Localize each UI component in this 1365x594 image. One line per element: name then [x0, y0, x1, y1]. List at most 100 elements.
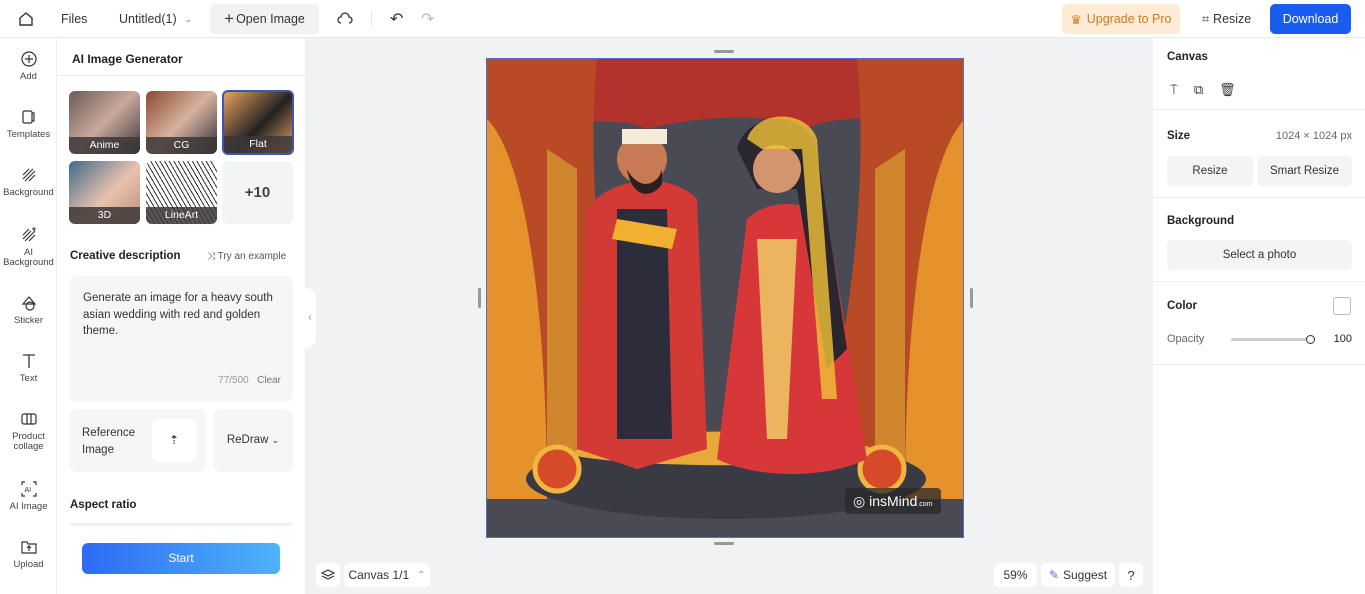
home-icon: [19, 12, 33, 26]
plus-icon: +: [224, 9, 235, 28]
cloud-icon: [337, 12, 353, 24]
canvas-pages-button[interactable]: Canvas 1/1 ⌃: [344, 563, 430, 587]
style-3d[interactable]: 3D: [69, 161, 140, 224]
style-lineart[interactable]: LineArt: [146, 161, 217, 224]
chevron-up-icon: ⌃: [417, 569, 426, 581]
divider: [1153, 109, 1365, 110]
rail-item-label: Background: [3, 187, 54, 198]
resize-handle-top[interactable]: [714, 50, 734, 53]
color-swatch[interactable]: [1333, 297, 1351, 315]
download-button[interactable]: Download: [1270, 4, 1351, 34]
aspect-ratio-options[interactable]: [70, 523, 292, 526]
divider: [371, 11, 372, 27]
document-title-dropdown[interactable]: Untitled(1) ⌄: [119, 4, 192, 34]
help-button[interactable]: ?: [1119, 563, 1143, 587]
suggest-button[interactable]: ✎ Suggest: [1041, 563, 1115, 587]
size-label: Size: [1167, 130, 1191, 142]
style-label: Anime: [69, 137, 140, 154]
collapse-panel-button[interactable]: ‹: [304, 288, 316, 348]
panel-title: AI Image Generator: [72, 52, 183, 66]
document-title: Untitled(1): [119, 12, 177, 26]
duplicate-icon[interactable]: ⧉: [1194, 82, 1203, 98]
layers-icon: [321, 569, 335, 580]
start-button[interactable]: Start: [82, 543, 280, 574]
suggest-label: Suggest: [1063, 568, 1108, 582]
layers-button[interactable]: [316, 563, 340, 587]
zoom-level-button[interactable]: 59%: [994, 563, 1037, 587]
paint-roller-icon[interactable]: ⍑: [1170, 82, 1178, 98]
plus-circle-icon: [20, 51, 37, 67]
trash-icon[interactable]: 🗑︎: [1219, 82, 1236, 98]
reference-image-card[interactable]: Reference Image ⇡: [69, 409, 206, 472]
open-image-button[interactable]: + Open Image: [210, 4, 319, 34]
redo-button[interactable]: ↷: [421, 4, 434, 34]
char-count: 77/500: [218, 375, 249, 386]
style-label: Flat: [224, 136, 292, 153]
rail-item-ai-hatch[interactable]: AI Background: [0, 226, 57, 268]
rail-item-templates[interactable]: Templates: [0, 108, 57, 140]
prompt-text: Generate an image for a heavy south asia…: [83, 292, 273, 337]
cloud-sync-button[interactable]: [337, 4, 353, 34]
resize-button[interactable]: Resize: [1167, 156, 1253, 186]
divider: [1153, 364, 1365, 365]
watermark-text: insMind: [869, 493, 918, 509]
properties-panel: Canvas ⍑ ⧉ 🗑︎ Size 1024 × 1024 px Resize S…: [1153, 38, 1365, 594]
crop-icon: ⌗: [1202, 11, 1210, 26]
rail-item-text[interactable]: Text: [0, 352, 57, 384]
redo-icon: ↷: [421, 11, 435, 28]
mode-dropdown[interactable]: ReDraw ⌄: [213, 409, 293, 472]
undo-button[interactable]: ↶: [390, 4, 403, 34]
collage-icon: [20, 413, 37, 425]
rail-item-sticker[interactable]: Sticker: [0, 294, 57, 326]
ai-image-panel: AI Image Generator Anime CG Flat 3D Line…: [57, 38, 306, 594]
canvas-section-title: Canvas: [1167, 51, 1208, 63]
more-styles-button[interactable]: +10: [222, 161, 293, 224]
chevron-down-icon: ⌄: [184, 13, 193, 24]
try-example-link[interactable]: ⤨ Try an example: [207, 251, 286, 262]
rail-item-label: Text: [19, 373, 38, 384]
try-example-label: Try an example: [217, 251, 287, 262]
prompt-textarea[interactable]: Generate an image for a heavy south asia…: [69, 276, 293, 402]
rail-item-ai-image[interactable]: AI AI Image: [0, 480, 57, 512]
resize-button[interactable]: ⌗ Resize: [1202, 4, 1251, 34]
rail-item-collage[interactable]: Product collage: [0, 410, 57, 452]
smart-resize-button[interactable]: Smart Resize: [1257, 156, 1352, 186]
home-button[interactable]: [17, 4, 35, 34]
resize-handle-bottom[interactable]: [714, 542, 734, 545]
cloud-upload-icon: ⇡: [168, 433, 180, 447]
rail-item-label: Sticker: [13, 315, 44, 326]
rail-item-upload[interactable]: Upload: [0, 538, 57, 570]
rail-item-label: AI Background: [3, 247, 54, 268]
style-cg[interactable]: CG: [146, 91, 217, 154]
upgrade-button[interactable]: ♛ Upgrade to Pro: [1062, 4, 1180, 34]
mode-value: ReDraw: [226, 434, 269, 446]
resize-handle-left[interactable]: [478, 288, 481, 308]
divider: [57, 75, 306, 76]
chevron-down-icon: ⌄: [271, 435, 280, 445]
section-title: Creative description: [70, 250, 181, 262]
canvas-image[interactable]: ◎ insMind.com: [486, 58, 964, 538]
hatch-icon: [22, 168, 35, 182]
clear-button[interactable]: Clear: [257, 375, 281, 386]
select-photo-button[interactable]: Select a photo: [1167, 240, 1352, 270]
divider: [1153, 281, 1365, 282]
opacity-label: Opacity: [1167, 333, 1205, 345]
background-label: Background: [1167, 215, 1235, 227]
resize-handle-right[interactable]: [970, 288, 973, 308]
opacity-slider[interactable]: [1231, 335, 1315, 344]
style-anime[interactable]: Anime: [69, 91, 140, 154]
tool-rail: Add Templates Background AI Background Stick…: [0, 38, 57, 594]
files-menu[interactable]: Files: [61, 4, 87, 34]
section-title: Aspect ratio: [70, 499, 137, 511]
insmind-logo-icon: ◎: [853, 493, 870, 509]
upgrade-label: Upgrade to Pro: [1086, 12, 1172, 26]
rail-item-hatch[interactable]: Background: [0, 166, 57, 198]
opacity-value: 100: [1333, 333, 1352, 345]
rail-item-plus-circle[interactable]: Add: [0, 50, 57, 82]
style-flat[interactable]: Flat: [222, 90, 294, 155]
rail-item-label: Templates: [6, 129, 51, 140]
upload-reference-button[interactable]: ⇡: [152, 419, 196, 462]
slider-thumb[interactable]: [1306, 335, 1315, 344]
reference-label: Reference Image: [82, 427, 136, 456]
watermark: ◎ insMind.com: [845, 488, 941, 514]
